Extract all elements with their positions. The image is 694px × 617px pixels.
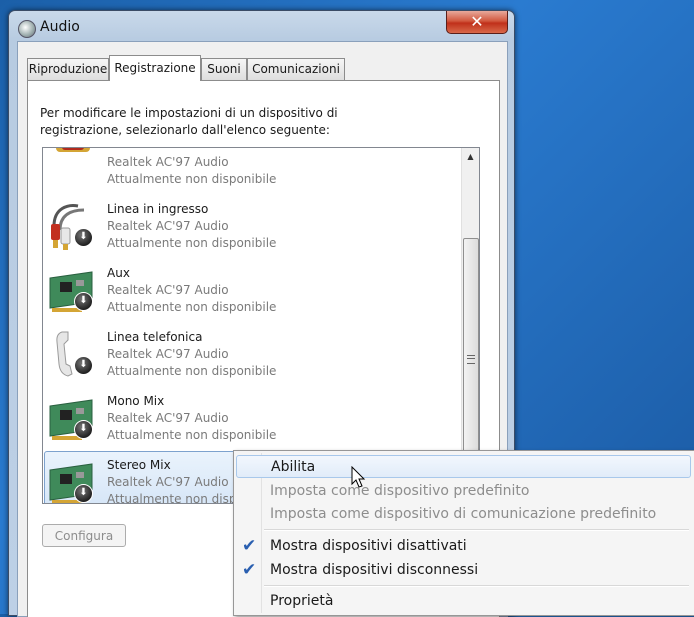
device-status: Attualmente non disponibile <box>107 428 277 442</box>
menu-separator <box>264 529 689 531</box>
menu-item-mostra-disconnessi[interactable]: ✔ Mostra dispositivi disconnessi <box>236 559 691 582</box>
grip-icon <box>467 355 475 364</box>
device-name: Mono Mix <box>107 394 165 408</box>
menu-item-imposta-predefinito[interactable]: Imposta come dispositivo predefinito <box>236 480 691 503</box>
menu-item-label: Abilita <box>271 459 316 475</box>
device-status: Attualmente non disponibile <box>107 300 277 314</box>
menu-separator <box>264 585 689 587</box>
device-name: Linea telefonica <box>107 330 203 344</box>
sound-card-icon <box>49 399 93 440</box>
scroll-thumb[interactable] <box>463 238 479 485</box>
device-row-linea-in-ingresso[interactable]: ⬇ Linea in ingresso Realtek AC'97 Audio … <box>43 194 457 258</box>
device-driver: Realtek AC'97 Audio <box>107 411 229 425</box>
device-row-rca[interactable]: Realtek AC'97 Audio Attualmente non disp… <box>43 148 457 194</box>
context-menu: Abilita Imposta come dispositivo predefi… <box>233 450 694 616</box>
device-driver: Realtek AC'97 Audio <box>107 475 229 489</box>
configure-button[interactable]: Configura <box>42 524 126 547</box>
sound-card-icon <box>49 271 93 312</box>
telephone-handset-icon <box>56 331 73 377</box>
device-driver: Realtek AC'97 Audio <box>107 155 229 169</box>
menu-item-mostra-disattivati[interactable]: ✔ Mostra dispositivi disattivati <box>236 535 691 558</box>
tab-registrazione[interactable]: Registrazione <box>109 55 201 81</box>
window-title: Audio <box>40 19 80 35</box>
menu-item-imposta-comunicazione[interactable]: Imposta come dispositivo di comunicazion… <box>236 503 691 526</box>
menu-item-label: Mostra dispositivi disconnessi <box>270 562 479 578</box>
menu-item-label: Imposta come dispositivo di comunicazion… <box>270 506 657 522</box>
menu-item-label: Mostra dispositivi disattivati <box>270 538 467 554</box>
disconnected-badge-icon: ⬇ <box>74 420 93 439</box>
device-driver: Realtek AC'97 Audio <box>107 219 229 233</box>
menu-item-label: Proprietà <box>270 593 334 609</box>
device-status: Attualmente non disponibile <box>107 172 277 186</box>
menu-item-label: Imposta come dispositivo predefinito <box>270 483 530 499</box>
close-button[interactable]: ✕ <box>446 11 508 34</box>
speaker-icon <box>18 20 36 38</box>
tab-comunicazioni[interactable]: Comunicazioni <box>247 58 345 80</box>
disconnected-badge-icon: ⬇ <box>74 228 93 247</box>
mouse-cursor-icon <box>351 466 366 488</box>
instructions-text: Per modificare le impostazioni di un dis… <box>40 106 338 137</box>
device-row-aux[interactable]: ⬇ Aux Realtek AC'97 Audio Attualmente no… <box>43 258 457 322</box>
rca-connector-icon <box>56 148 90 152</box>
disconnected-badge-icon: ⬇ <box>74 484 93 503</box>
device-row-linea-telefonica[interactable]: ⬇ Linea telefonica Realtek AC'97 Audio A… <box>43 322 457 386</box>
device-status: Attualmente non disponibile <box>107 364 277 378</box>
line-in-cable-icon <box>51 204 85 250</box>
menu-item-abilita[interactable]: Abilita <box>236 455 691 478</box>
device-driver: Realtek AC'97 Audio <box>107 283 229 297</box>
disconnected-badge-icon: ⬇ <box>74 356 93 375</box>
checkmark-icon: ✔ <box>242 536 257 556</box>
device-status: Attualmente non disponibile <box>107 236 277 250</box>
scroll-up-arrow-icon[interactable]: ▲ <box>462 148 479 165</box>
checkmark-icon: ✔ <box>242 560 257 580</box>
device-driver: Realtek AC'97 Audio <box>107 347 229 361</box>
disconnected-badge-icon: ⬇ <box>74 292 93 311</box>
device-row-mono-mix[interactable]: ⬇ Mono Mix Realtek AC'97 Audio Attualmen… <box>43 386 457 450</box>
menu-item-proprieta[interactable]: Proprietà <box>236 590 691 613</box>
tab-riproduzione[interactable]: Riproduzione <box>27 58 109 80</box>
device-name: Stereo Mix <box>107 458 171 472</box>
device-name: Aux <box>107 266 130 280</box>
device-name: Linea in ingresso <box>107 202 209 216</box>
tab-suoni[interactable]: Suoni <box>201 58 247 80</box>
title-bar[interactable]: Audio ✕ <box>9 11 514 41</box>
